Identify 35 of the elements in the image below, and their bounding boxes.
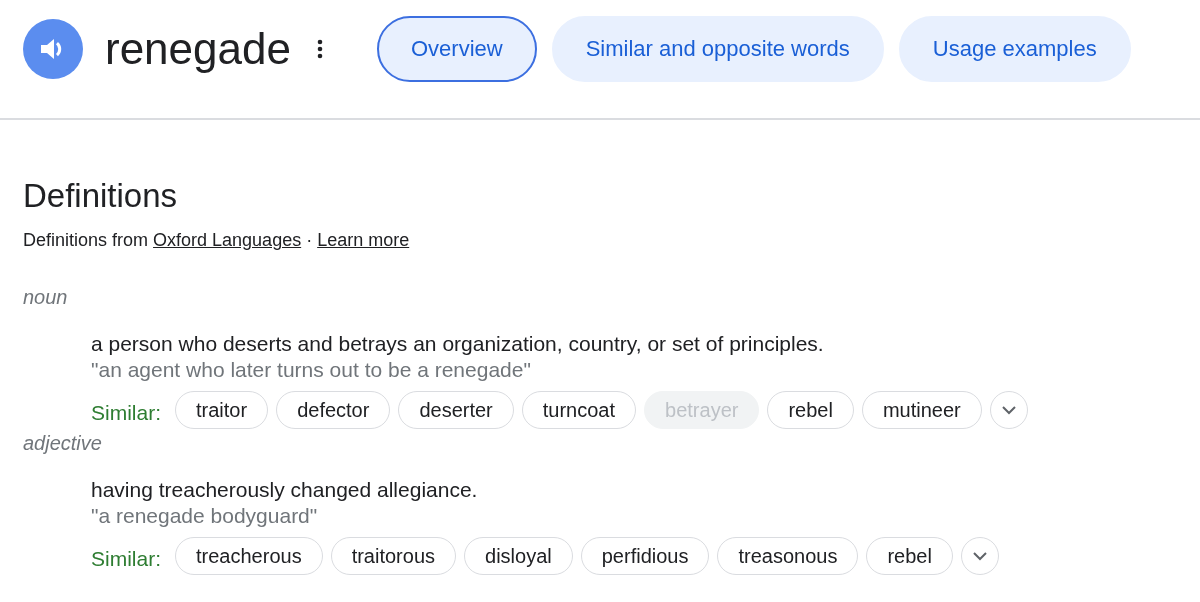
synonym-chip[interactable]: defector [276, 391, 391, 429]
synonym-chip[interactable]: perfidious [580, 537, 710, 575]
expand-button[interactable] [989, 391, 1028, 429]
synonym-chip[interactable]: treacherous [175, 537, 323, 575]
tab[interactable]: Overview [376, 16, 537, 82]
definition-text: having treacherously changed allegiance. [91, 477, 479, 503]
synonym-chip[interactable]: turncoat [521, 391, 637, 429]
part-of-speech: adjective [23, 431, 103, 455]
chevron-down-icon [1000, 405, 1017, 415]
expand-button[interactable] [960, 537, 999, 575]
synonym-chip[interactable]: rebel [767, 391, 854, 429]
example-text: "an agent who later turns out to be a renegade" [91, 357, 532, 383]
similar-label: Similar: [91, 401, 161, 425]
definition-text: a person who deserts and betrays an organization, country, or set of principles. [91, 331, 825, 357]
synonym-chip[interactable]: mutineer [861, 391, 982, 429]
similar-label: Similar: [91, 547, 161, 571]
synonym-chip[interactable]: deserter [398, 391, 514, 429]
synonym-chip[interactable]: traitorous [330, 537, 456, 575]
more-options-icon[interactable] [316, 39, 323, 59]
headword: renegade [105, 27, 291, 71]
section-heading: Definitions [23, 176, 179, 216]
tab[interactable]: Similar and opposite words [551, 16, 884, 82]
speaker-button[interactable] [23, 19, 83, 79]
source-link[interactable]: Oxford Languages [153, 230, 302, 251]
synonym-chip[interactable]: traitor [175, 391, 269, 429]
source-text: Definitions from [23, 230, 149, 251]
tab[interactable]: Usage examples [898, 16, 1131, 82]
synonym-chip[interactable]: treasonous [717, 537, 859, 575]
separator-text: · [306, 230, 313, 251]
part-of-speech: noun [23, 285, 69, 309]
example-text: "a renegade bodyguard" [91, 503, 319, 529]
chevron-down-icon [971, 551, 988, 561]
synonym-chip[interactable]: rebel [866, 537, 953, 575]
learn-more-link[interactable]: Learn more [317, 230, 410, 251]
synonym-chip[interactable]: disloyal [464, 537, 573, 575]
